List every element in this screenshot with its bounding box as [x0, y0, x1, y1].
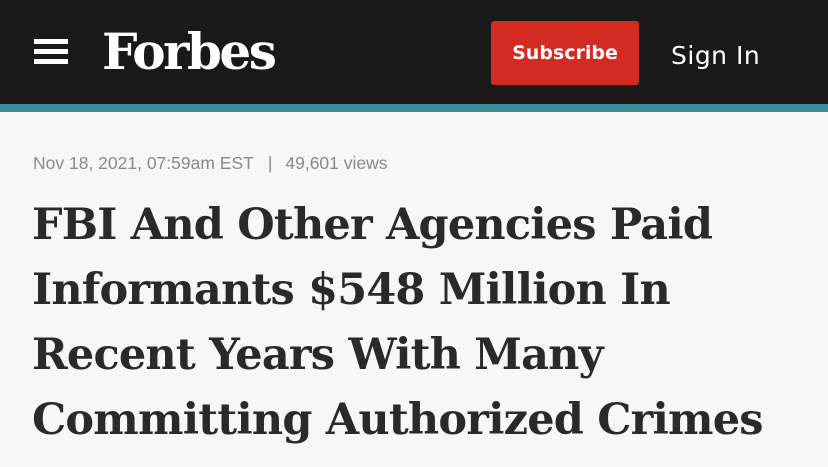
menu-line	[34, 59, 68, 64]
headline-line: Informants $548 Million In	[32, 265, 671, 315]
view-count: 49,601 views	[285, 153, 388, 173]
header-accent-divider	[0, 104, 828, 112]
headline-line: FBI And Other Agencies Paid	[32, 200, 713, 250]
article-headline: FBI And Other Agencies Paid Informants $…	[32, 193, 812, 453]
sign-in-link[interactable]: Sign In	[671, 36, 760, 76]
meta-separator: |	[267, 153, 273, 173]
subscribe-button[interactable]: Subscribe	[491, 21, 639, 85]
menu-line	[34, 49, 68, 54]
headline-line: Recent Years With Many	[32, 330, 604, 380]
article-meta: Nov 18, 2021, 07:59am EST | 49,601 views	[33, 150, 388, 176]
top-navigation-bar: Forbes Subscribe Sign In	[0, 0, 828, 104]
forbes-logo[interactable]: Forbes	[102, 22, 277, 82]
publish-date: Nov 18, 2021, 07:59am EST	[33, 153, 254, 173]
menu-line	[34, 39, 68, 44]
headline-line: Committing Authorized Crimes	[32, 395, 764, 445]
hamburger-menu-icon[interactable]	[34, 38, 68, 66]
